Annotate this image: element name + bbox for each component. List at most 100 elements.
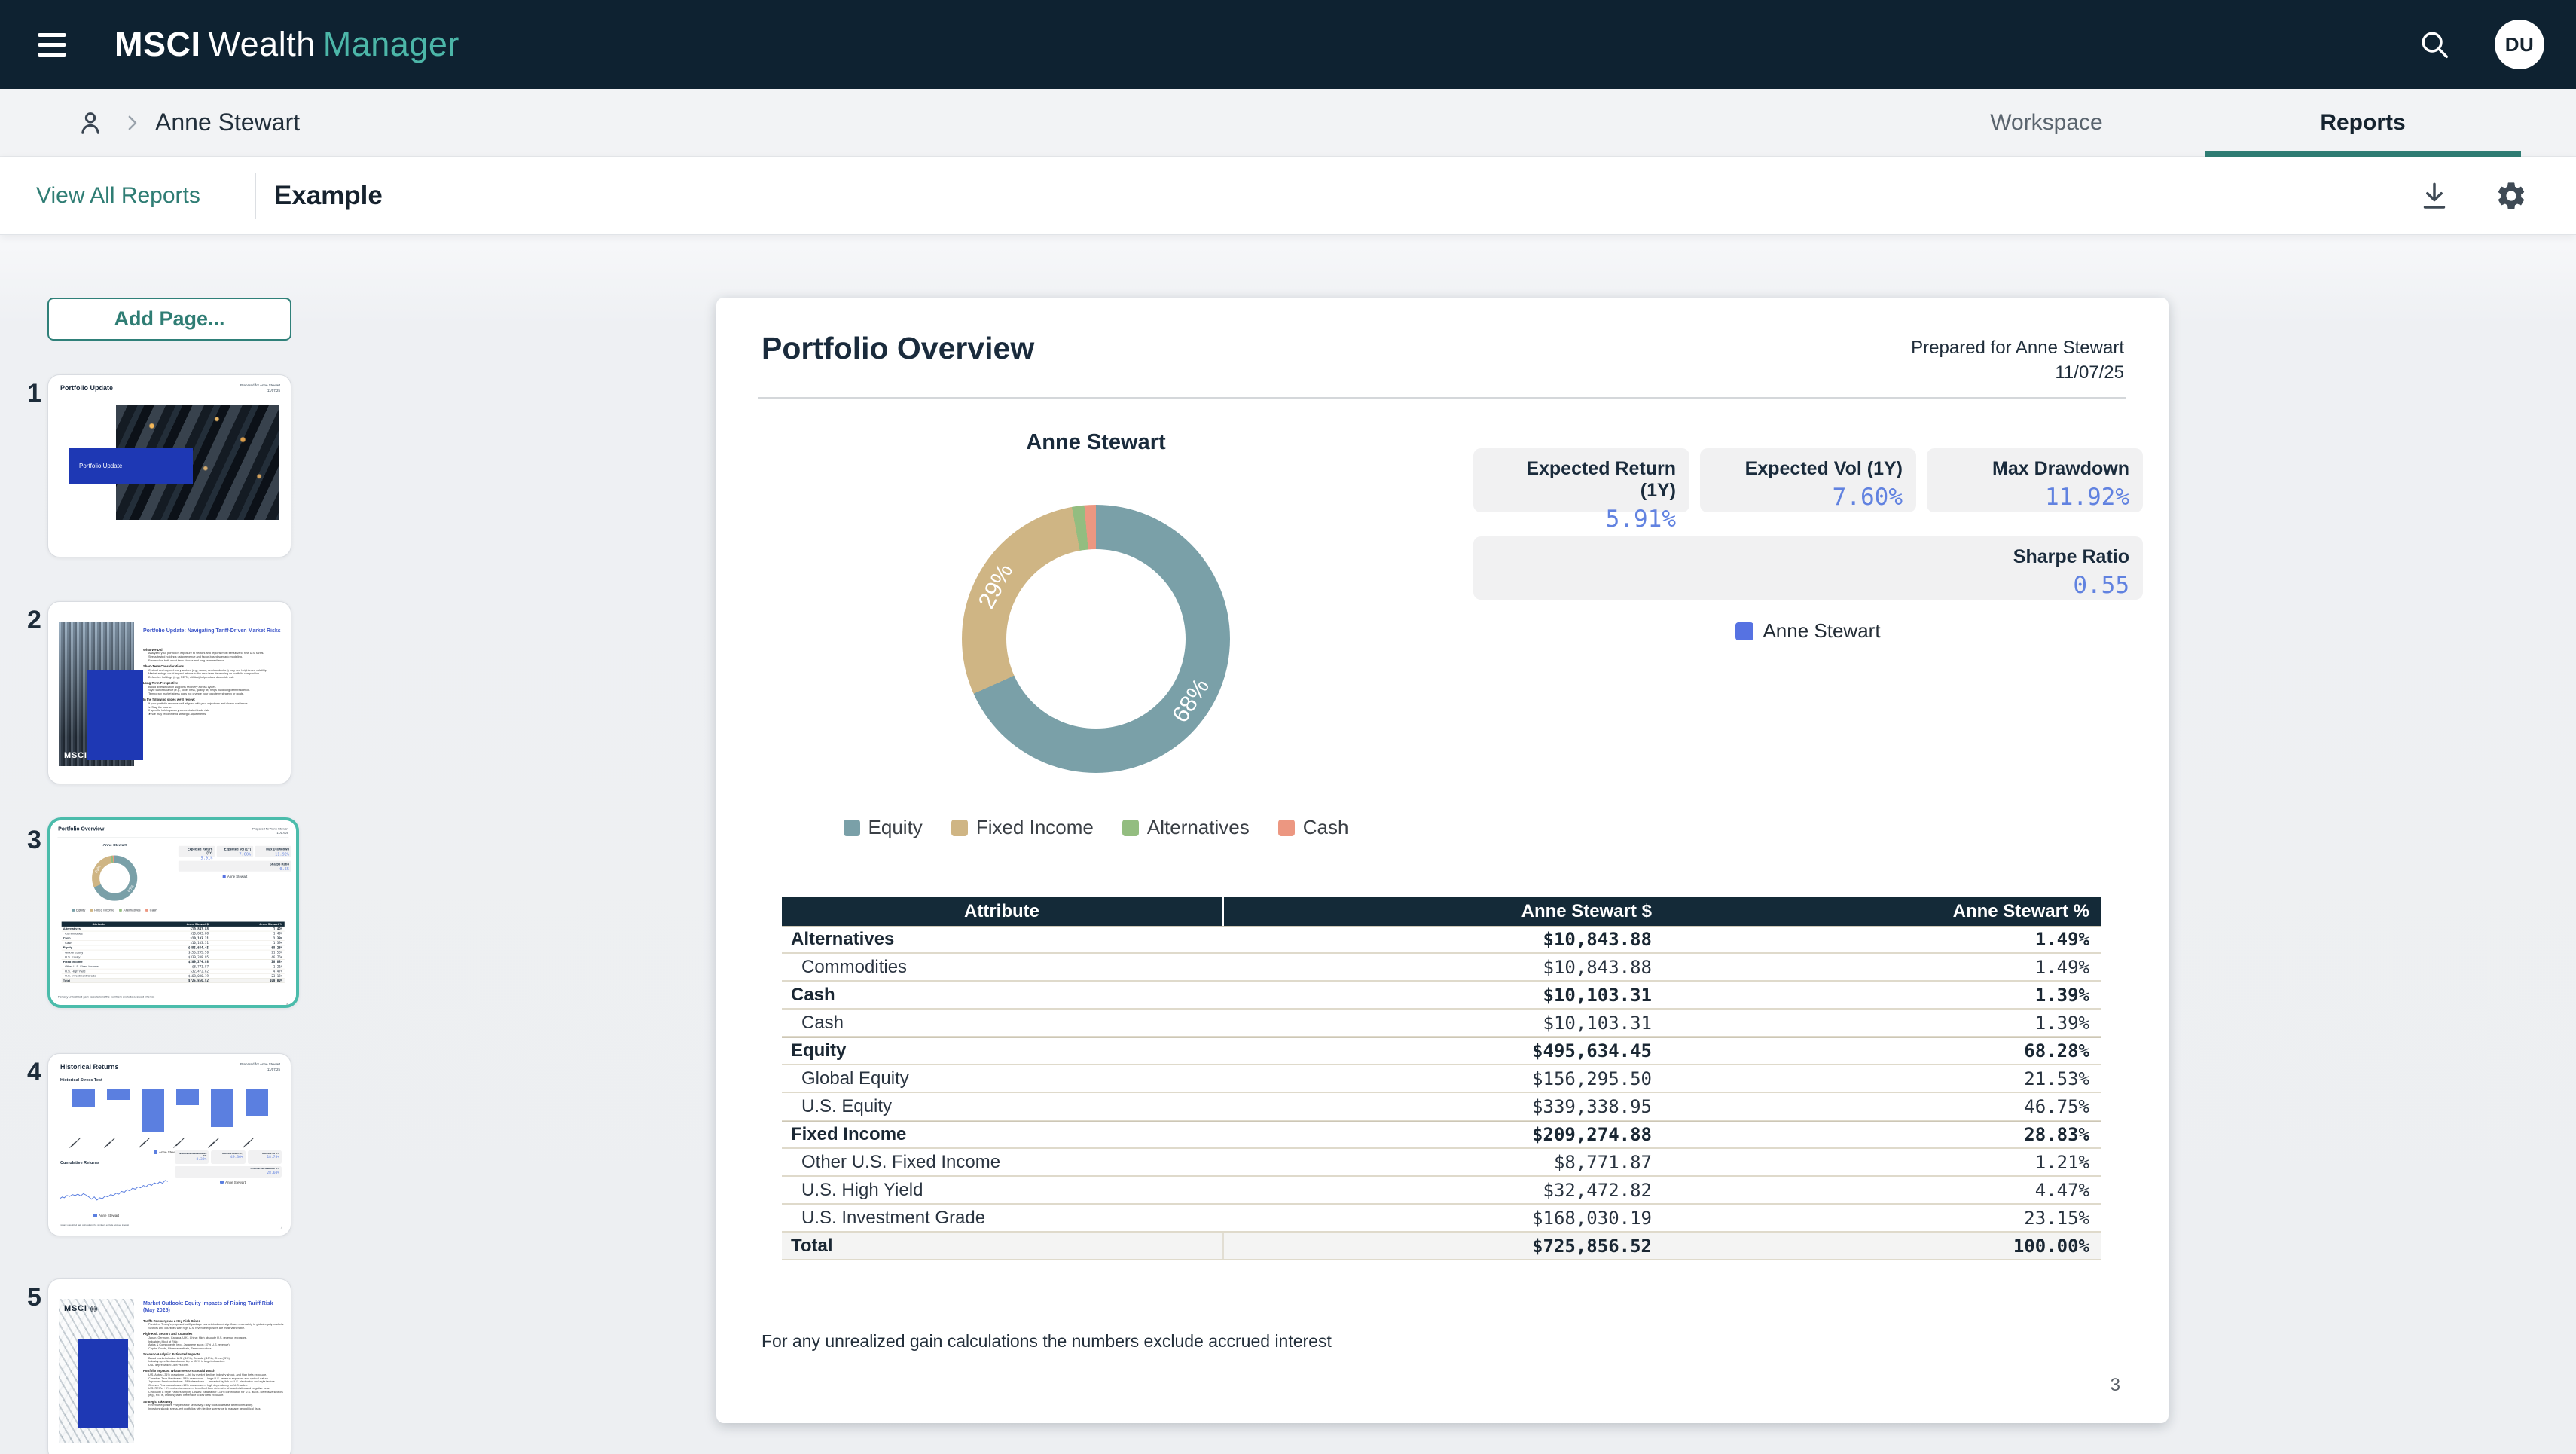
metric-label: Max Drawdown [1940, 458, 2129, 480]
thumb-bar [246, 1089, 268, 1116]
download-icon[interactable] [2418, 179, 2451, 212]
table-row: Equity$495,634.4568.28% [782, 1037, 2101, 1065]
thumb-slide-title: Market Outlook: Equity Impacts of Rising… [143, 1300, 283, 1314]
thumb-axis-tick [139, 1141, 145, 1148]
table-row: Other U.S. Fixed Income$8,771.871.21% [782, 1149, 2101, 1177]
legend-item-fixed-income[interactable]: Fixed Income [951, 816, 1094, 839]
legend-item-alternatives[interactable]: Alternatives [1122, 816, 1250, 839]
thumb-axis-tick [246, 1138, 255, 1147]
tab-workspace[interactable]: Workspace [1888, 89, 2205, 156]
search-icon[interactable] [2413, 23, 2455, 66]
thumb-metric-card: Historical Vol (5Y)18.78% [248, 1150, 282, 1164]
legend-swatch [951, 820, 968, 836]
thumb-bullet-list: U.S. Autos: -31% drawdown — hit by marke… [148, 1373, 285, 1397]
add-page-button[interactable]: Add Page... [47, 298, 291, 341]
series-legend-swatch [1735, 622, 1753, 640]
view-all-reports-link[interactable]: View All Reports [36, 183, 200, 209]
row-attribute: Fixed Income [782, 1122, 1224, 1147]
thumb-axis-tick [243, 1141, 249, 1148]
page-thumbnail[interactable]: MSCIPortfolio Update: Navigating Tariff-… [47, 601, 291, 784]
legend-label: Fixed Income [976, 816, 1094, 839]
row-percent: 68.28% [1699, 1040, 2101, 1061]
breadcrumb-row: Anne Stewart Workspace Reports [0, 89, 2576, 157]
thumb-prepared-for-line: Prepared for Anne Stewart [240, 383, 280, 389]
thumb-prepared-for-line: Prepared for Anne Stewart [240, 1062, 280, 1068]
thumb-chart-title: Cumulative Returns [60, 1161, 99, 1165]
report-date: 11/07/25 [1911, 360, 2124, 385]
thumb-metric-label: Historical Vol (5Y) [250, 1153, 279, 1155]
row-percent: 1.39% [1699, 985, 2101, 1006]
thumb-bullet: Investors should stress-test portfolios … [148, 1407, 285, 1411]
legend-swatch [1122, 820, 1139, 836]
row-attribute: Cash [782, 982, 1224, 1008]
row-dollars: $495,634.45 [1224, 1040, 1699, 1061]
page-thumbnail[interactable]: Portfolio Update Prepared for Anne Stewar… [47, 374, 291, 557]
table-row: Alternatives$10,843.881.49% [782, 926, 2101, 954]
metric-card-sharpe-ratio: Sharpe Ratio 0.55 [1473, 536, 2143, 600]
report-canvas: Portfolio Overview Prepared for Anne Ste… [328, 235, 2576, 1454]
settings-icon[interactable] [2495, 179, 2528, 212]
row-percent: 23.15% [1699, 1208, 2101, 1229]
thumb-metric-value: 8.38% [177, 1158, 206, 1162]
row-dollars: $32,472.82 [1224, 1180, 1699, 1201]
msci-logo: MSCI [64, 1304, 98, 1313]
series-legend: Anne Stewart [1473, 619, 2143, 643]
page-thumbnail[interactable]: MSCI Market Outlook: Equity Impacts of Ri… [47, 1278, 291, 1454]
row-attribute: Total [782, 1233, 1224, 1259]
pages-sidebar: Add Page... 1Portfolio UpdatePrepared fo… [0, 235, 328, 1454]
app-logo: MSCIWealthManager [114, 25, 459, 64]
row-attribute: Other U.S. Fixed Income [782, 1149, 1224, 1175]
thumb-footnote: For any unrealized gain calculations the… [60, 1223, 129, 1226]
page-thumbnail[interactable]: Portfolio Overview Prepared for Anne Ste… [47, 817, 299, 1008]
metric-label: Sharpe Ratio [1487, 546, 2129, 568]
thumb-slide-body: Tariffs Reemerge as a Key Risk DriverPre… [143, 1317, 285, 1411]
row-attribute: U.S. Investment Grade [782, 1205, 1224, 1231]
thumb-bar-slot [205, 1089, 240, 1132]
thumb-axis-tick [72, 1138, 81, 1147]
tab-reports[interactable]: Reports [2205, 89, 2521, 156]
thumb-bar-slot [66, 1089, 101, 1132]
thumb-metric-value: 28.60% [177, 1171, 279, 1175]
user-avatar[interactable]: DU [2495, 20, 2544, 69]
table-row: Commodities$10,843.881.49% [782, 954, 2101, 982]
thumb-section-heading: Short-Term Considerations [143, 664, 285, 668]
row-attribute: Equity [782, 1038, 1224, 1064]
thumb-legend: Anne Stewart [93, 1214, 119, 1217]
row-dollars: $156,295.50 [1224, 1068, 1699, 1089]
row-dollars: $339,338.95 [1224, 1096, 1699, 1117]
donut-slice-label: 68% [1167, 674, 1215, 728]
row-percent: 100.00% [1699, 1236, 2101, 1257]
row-percent: 21.53% [1699, 1068, 2101, 1089]
report-title: Example [274, 181, 383, 211]
legend-label: Alternatives [1147, 816, 1250, 839]
thumb-bar-chart [66, 1089, 274, 1132]
menu-icon[interactable] [38, 20, 86, 69]
breadcrumb-client-name[interactable]: Anne Stewart [155, 108, 300, 136]
thumb-bullet: ➤ We may recommend strategic adjustments… [148, 713, 285, 716]
thumb-slide-title: Historical Returns [60, 1063, 119, 1071]
selected-page-preview-content: Portfolio Overview Prepared for Anne Ste… [50, 820, 296, 1008]
row-attribute: U.S. High Yield [782, 1177, 1224, 1203]
thumb-bullet-list: Revenue exposure + style-factor sensitiv… [148, 1404, 285, 1410]
brand-manager: Manager [323, 25, 459, 63]
allocation-table-body: Alternatives$10,843.881.49%Commodities$1… [782, 926, 2101, 1260]
thumb-section-heading: High-Risk Sectors and Countries [143, 1332, 285, 1336]
metrics-panel: Expected Return (1Y) 5.91% Expected Vol … [1473, 448, 2143, 643]
series-legend-label: Anne Stewart [1763, 619, 1880, 643]
page-thumbnail-number: 5 [27, 1283, 41, 1312]
toolbar-actions [2418, 179, 2528, 212]
thumb-bar [176, 1089, 199, 1105]
thumb-slide-title: Portfolio Update: Navigating Tariff-Driv… [143, 628, 283, 634]
thumb-metric-label: Historical/Annualized Return (5Y) [177, 1153, 206, 1157]
legend-item-cash[interactable]: Cash [1278, 816, 1349, 839]
thumb-date: 11/07/25 [240, 1068, 280, 1073]
page-thumbnail[interactable]: Historical Returns Prepared for Anne Stew… [47, 1053, 291, 1236]
thumb-bullet-list: Analyzed your portfolio's exposure to se… [148, 652, 285, 662]
thumb-section-heading: Portfolio Impacts: What Investors Should… [143, 1369, 285, 1373]
thumb-section-heading: What We Did [143, 648, 285, 652]
metric-value: 0.55 [1487, 572, 2129, 599]
thumb-cover-banner: Portfolio Update [69, 448, 193, 484]
legend-item-equity[interactable]: Equity [844, 816, 923, 839]
table-row: Fixed Income$209,274.8828.83% [782, 1121, 2101, 1149]
thumb-metric-row: Historical/Annualized Return (5Y)8.38% Hi… [175, 1150, 282, 1164]
